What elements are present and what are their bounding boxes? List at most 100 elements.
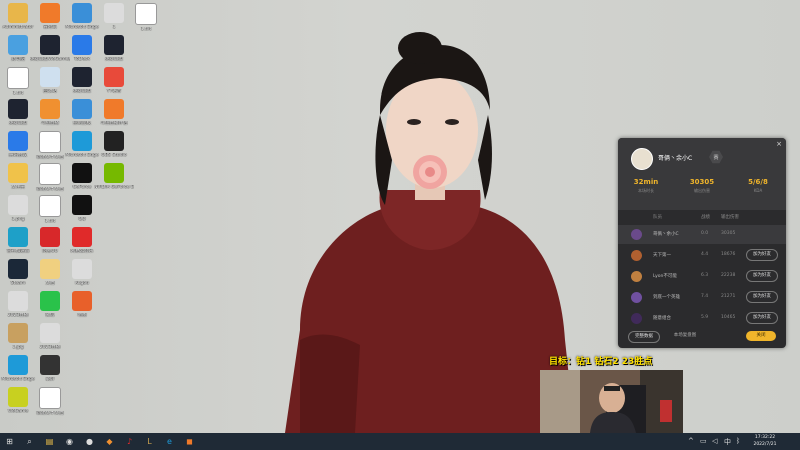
desktop-icon[interactable]: 网易云音乐 (66, 227, 98, 254)
desktop-icon-label: 新建文本文档 (36, 411, 64, 416)
champion-avatar (631, 250, 642, 261)
folder-icon (8, 163, 28, 183)
desktop-icon[interactable]: Kugou (66, 259, 98, 286)
desktop-icon-label: YY语音 (106, 89, 122, 94)
champion-avatar (631, 271, 642, 282)
image-icon (8, 195, 28, 215)
close-icon[interactable]: × (776, 140, 782, 148)
file-icon (39, 163, 61, 185)
wegame-icon (8, 387, 28, 407)
desktop-icon-label: 斗鱼直播伴侣 (100, 121, 128, 126)
file-explorer-icon[interactable]: ▤ (43, 435, 56, 448)
douyu-icon[interactable]: ◆ (103, 435, 116, 448)
player-row-name: 到底一个英雄 (653, 295, 680, 300)
network-icon[interactable]: ▭ (700, 437, 707, 445)
file-icon (40, 259, 60, 279)
desktop-icon[interactable]: 1 (98, 3, 130, 30)
taskbar-clock[interactable]: 17:32:22 2022/7/21 (750, 434, 780, 448)
file-icon (7, 67, 29, 89)
desktop-icon-label: 网易云音乐 (70, 249, 94, 254)
desktop-icon[interactable]: NVIDIA GeForce Experience (94, 163, 134, 190)
player-row-score: 4.4 (701, 252, 709, 257)
desktop-icon[interactable]: YY语音 (98, 67, 130, 94)
desktop-icon-label: NVIDIA GeForce Experience (94, 185, 134, 190)
input-method-icon[interactable]: 中 (724, 437, 731, 447)
bluetooth-icon[interactable]: ᛒ (736, 437, 740, 445)
player-row-damage: 22238 (721, 273, 736, 278)
window-icon (72, 259, 92, 279)
player-row-name: 天下第一 (653, 253, 671, 258)
stat-value: 32min (633, 178, 659, 186)
search-icon[interactable]: ⌕ (23, 435, 36, 448)
edge-icon[interactable]: e (163, 435, 176, 448)
desktop-icon-label: 录屏 (45, 377, 55, 382)
player-row-score: 7.4 (701, 294, 709, 299)
webcam-feed (540, 370, 683, 433)
player-avatar (631, 148, 653, 170)
desktop-icon[interactable]: 文件夹 (2, 163, 34, 190)
add-friend-button[interactable]: 加为好友 (746, 312, 778, 324)
stat-label: 输出伤害 (694, 188, 710, 193)
lol-icon[interactable]: L (143, 435, 156, 448)
file-icon (39, 195, 61, 217)
close-button[interactable]: 关闭 (746, 331, 776, 341)
replay-chart-button[interactable]: 本场复盘图 (668, 331, 702, 341)
full-data-button[interactable]: 完整数据 (628, 331, 660, 343)
taskbar: ⊞ ⌕ ▤ ◉ ● ◆ ♪ Le ◼ ^ ▭ ◁ 中 ᛒ 17:32:22 2022/7/21 (0, 433, 800, 450)
game-icon[interactable]: ◼ (183, 435, 196, 448)
player-row-name: 哥俩丶余小C (653, 232, 679, 237)
game-icon (40, 3, 60, 23)
map-pin-icon (72, 291, 92, 311)
panel-footer: 完整数据 本场复盘图 关闭 (618, 326, 786, 348)
player-row-score: 0.0 (701, 231, 709, 236)
desktop-icon-grid: Administrator 冒险岛 Microsoft Edge 1 1.txt 此电脑英… (0, 0, 170, 433)
edge-icon (72, 131, 92, 151)
stat-label: KDA (753, 188, 763, 193)
uu-icon (40, 227, 60, 247)
desktop-icon[interactable]: 1.png (2, 195, 34, 222)
stat-duration: 32min 本场时长 (626, 178, 666, 194)
desktop-icon[interactable]: 英雄联盟 (98, 35, 130, 62)
desktop-icon-label: 英雄联盟 (105, 57, 123, 62)
desktop-icon[interactable]: 录屏 (34, 355, 66, 382)
add-friend-button[interactable]: 加为好友 (746, 270, 778, 282)
desktop-icon[interactable]: 斗鱼直播伴侣 (98, 99, 130, 126)
desktop-icon[interactable]: QQ (66, 195, 98, 222)
lol-icon (72, 67, 92, 87)
remote-icon (72, 35, 92, 55)
desktop-icon[interactable]: 腾讯会议 (2, 131, 34, 158)
column-header: 队员 (653, 215, 662, 220)
window-icon (8, 291, 28, 311)
desktop-icon-label: OBS Studio (101, 153, 127, 158)
windows-start-icon[interactable]: ⊞ (3, 435, 16, 448)
file-icon (39, 131, 61, 153)
nvidia-icon (104, 163, 124, 183)
desktop-icon[interactable]: 1.txt (130, 3, 162, 32)
desktop-icon[interactable]: WeGame (2, 387, 34, 414)
steam-icon[interactable]: ◉ (63, 435, 76, 448)
desktop-icon[interactable]: 新建文本文档 (34, 387, 66, 416)
obs-icon[interactable]: ● (83, 435, 96, 448)
lol-icon (40, 35, 60, 55)
add-friend-button[interactable]: 加为好友 (746, 249, 778, 261)
meeting-icon (8, 131, 28, 151)
desktop-icon[interactable]: 2023直播 (34, 323, 66, 350)
stat-label: 本场时长 (638, 188, 654, 193)
player-row-score: 5.9 (701, 315, 709, 320)
netease-music-icon[interactable]: ♪ (123, 435, 136, 448)
stat-value: 5/6/8 (748, 178, 768, 186)
add-friend-button[interactable]: 加为好友 (746, 291, 778, 303)
webcam-image (540, 370, 683, 433)
player-name: 哥俩丶余小C (658, 155, 693, 162)
douyu-icon (40, 99, 60, 119)
edge-icon (8, 355, 28, 375)
desktop-icon[interactable]: OBS Studio (98, 131, 130, 158)
lol-icon (8, 99, 28, 119)
champion-avatar (631, 292, 642, 303)
player-row: Lyon不可能 6.3 22238 加为好友 (618, 267, 786, 286)
desktop-icon[interactable]: 地图 (66, 291, 98, 318)
chevron-up-icon[interactable]: ^ (688, 437, 694, 445)
clock-time: 17:32:22 (754, 435, 776, 440)
volume-icon[interactable]: ◁ (712, 437, 717, 445)
qq-icon (72, 195, 92, 215)
